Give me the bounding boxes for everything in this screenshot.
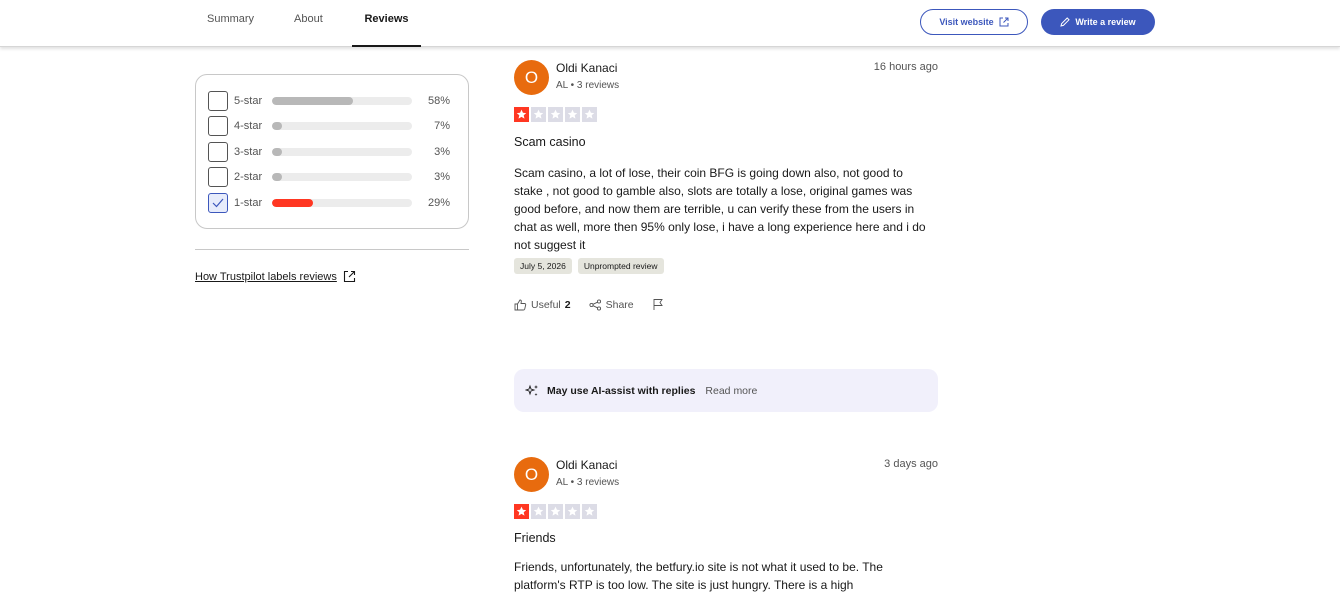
star-filled-icon xyxy=(514,504,529,519)
review-title[interactable]: Friends xyxy=(514,531,556,545)
pencil-icon xyxy=(1060,17,1071,27)
filter-row-2-star[interactable]: 2-star 3% xyxy=(208,167,458,187)
tab-summary[interactable]: Summary xyxy=(207,13,254,47)
useful-button[interactable]: Useful 2 xyxy=(514,299,571,311)
avatar[interactable]: O xyxy=(514,60,549,95)
top-nav: Summary About Reviews Visit website Writ… xyxy=(0,0,1340,47)
filter-bar xyxy=(272,97,412,105)
review-body: Scam casino, a lot of lose, their coin B… xyxy=(514,166,926,252)
write-review-button[interactable]: Write a review xyxy=(1041,9,1155,35)
filter-checkbox[interactable] xyxy=(208,142,228,162)
review-date: 3 days ago xyxy=(884,458,938,470)
review-date-tag: July 5, 2026 xyxy=(514,258,572,274)
star-rating xyxy=(514,107,597,122)
how-labels-reviews-label: How Trustpilot labels reviews xyxy=(195,270,337,283)
filter-label: 3-star xyxy=(234,146,263,158)
external-link-icon xyxy=(999,17,1009,27)
read-more-link[interactable]: Read more xyxy=(705,385,757,397)
divider xyxy=(195,249,469,250)
useful-count: 2 xyxy=(564,298,571,311)
filter-label: 1-star xyxy=(234,197,263,209)
filter-bar-fill xyxy=(272,122,282,130)
filter-bar xyxy=(272,173,412,181)
filter-row-5-star[interactable]: 5-star 58% xyxy=(208,91,458,111)
filter-label: 4-star xyxy=(234,120,263,132)
thumbs-up-icon xyxy=(514,299,527,310)
reviewer-name[interactable]: Oldi Kanaci xyxy=(556,458,617,472)
filter-bar xyxy=(272,122,412,130)
filter-percent: 7% xyxy=(434,120,450,132)
unprompted-tag[interactable]: Unprompted review xyxy=(577,258,664,274)
tab-about[interactable]: About xyxy=(294,13,323,47)
external-link-icon xyxy=(343,270,355,283)
filter-label: 5-star xyxy=(234,95,263,107)
review-card: O Oldi Kanaci AL • 3 reviews 3 days ago … xyxy=(514,457,938,595)
filter-percent: 29% xyxy=(427,197,450,209)
star-rating xyxy=(514,504,597,519)
filter-checkbox[interactable] xyxy=(208,167,228,187)
filter-checkbox[interactable] xyxy=(208,193,228,213)
checkmark-icon xyxy=(212,198,224,208)
star-empty-icon xyxy=(531,504,546,519)
reviewer-meta: AL • 3 reviews xyxy=(556,477,620,488)
star-empty-icon xyxy=(548,107,563,122)
star-empty-icon xyxy=(565,107,580,122)
review-date: 16 hours ago xyxy=(873,61,938,73)
star-filled-icon xyxy=(514,107,529,122)
sparkle-icon xyxy=(525,384,538,396)
filter-label: 2-star xyxy=(234,171,263,183)
review-tags: July 5, 2026 Unprompted review xyxy=(514,258,664,274)
filter-checkbox[interactable] xyxy=(208,116,228,136)
filter-bar xyxy=(272,148,412,156)
ai-assist-notice: May use AI-assist with replies Read more xyxy=(514,369,938,412)
useful-label: Useful xyxy=(531,298,561,311)
star-empty-icon xyxy=(531,107,546,122)
filter-row-4-star[interactable]: 4-star 7% xyxy=(208,116,458,136)
review-body: Friends, unfortunately, the betfury.io s… xyxy=(514,560,883,592)
review-title[interactable]: Scam casino xyxy=(514,135,586,149)
star-filter-card: 5-star 58% 4-star 7% 3-star 3% 2-star 3%… xyxy=(195,74,469,229)
filter-row-3-star[interactable]: 3-star 3% xyxy=(208,142,458,162)
filter-row-1-star[interactable]: 1-star 29% xyxy=(208,193,458,213)
filter-checkbox[interactable] xyxy=(208,91,228,111)
filter-bar-fill xyxy=(272,173,282,181)
star-empty-icon xyxy=(565,504,580,519)
filter-bar-fill xyxy=(272,97,354,105)
review-actions: Useful 2 Share xyxy=(514,298,664,311)
avatar[interactable]: O xyxy=(514,457,549,492)
review-card: O Oldi Kanaci AL • 3 reviews 16 hours ag… xyxy=(514,60,938,330)
share-icon xyxy=(589,298,601,311)
filter-percent: 3% xyxy=(434,146,450,158)
star-empty-icon xyxy=(582,504,597,519)
write-review-label: Write a review xyxy=(1075,17,1136,27)
reviewer-meta: AL • 3 reviews xyxy=(556,80,620,91)
share-label: Share xyxy=(605,298,634,311)
reviewer-name[interactable]: Oldi Kanaci xyxy=(556,61,617,75)
filter-bar-fill xyxy=(272,148,282,156)
flag-icon xyxy=(653,299,663,310)
visit-website-label: Visit website xyxy=(939,17,994,27)
filter-bar xyxy=(272,199,412,207)
report-button[interactable] xyxy=(652,298,664,311)
visit-website-button[interactable]: Visit website xyxy=(920,9,1028,35)
how-labels-reviews-link[interactable]: How Trustpilot labels reviews xyxy=(195,270,356,283)
share-button[interactable]: Share xyxy=(589,299,634,311)
filter-percent: 3% xyxy=(434,171,450,183)
ai-assist-text: May use AI-assist with replies xyxy=(547,384,696,397)
tab-reviews[interactable]: Reviews xyxy=(352,13,421,47)
star-empty-icon xyxy=(548,504,563,519)
filter-percent: 58% xyxy=(427,95,450,107)
star-empty-icon xyxy=(582,107,597,122)
filter-bar-fill xyxy=(272,199,313,207)
